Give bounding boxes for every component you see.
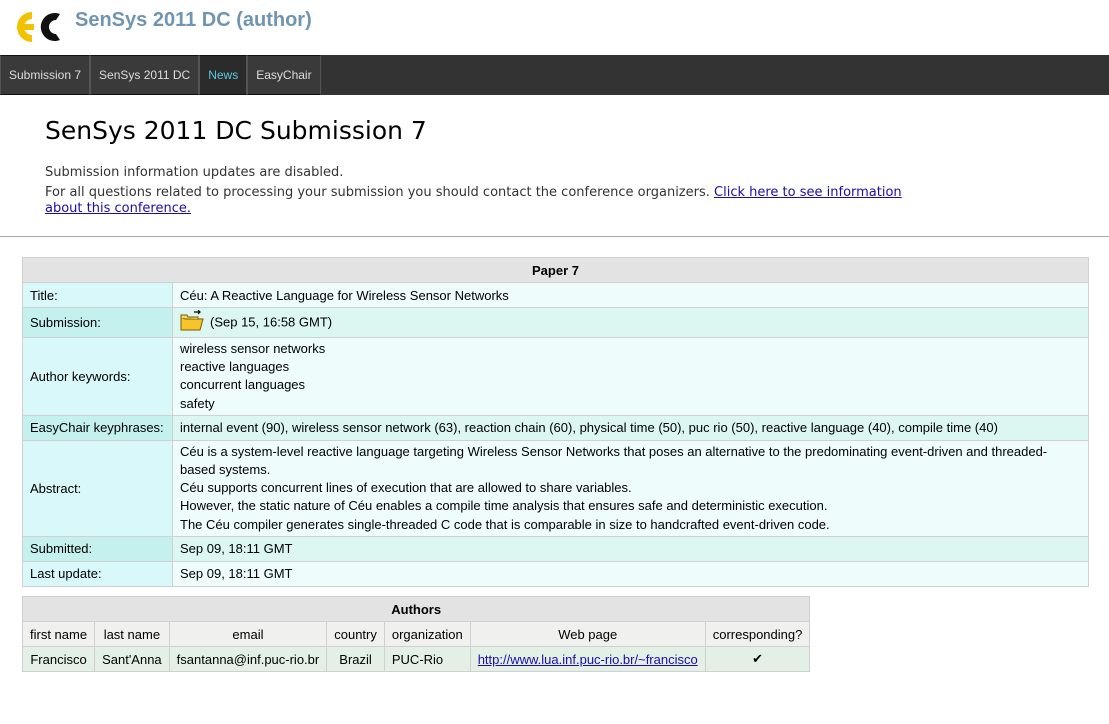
author-country: Brazil — [326, 646, 385, 672]
submitted-value: Sep 09, 18:11 GMT — [172, 535, 1089, 562]
author-organization: PUC-Rio — [383, 646, 471, 672]
last-update-label: Last update: — [22, 560, 173, 587]
contact-text: For all questions related to processing … — [45, 185, 715, 200]
author-webpage-cell: http://www.lua.inf.puc-rio.br/~francisco — [469, 646, 706, 672]
folder-icon[interactable] — [180, 309, 204, 332]
keywords-label: Author keywords: — [22, 337, 173, 416]
contact-notice: For all questions related to processing … — [45, 185, 915, 217]
abstract-line: The Céu compiler generates single-thread… — [180, 516, 830, 532]
easychair-logo[interactable] — [12, 8, 66, 46]
keywords-value: wireless sensor networks reactive langua… — [172, 337, 1089, 416]
abstract-value: Céu is a system-level reactive language … — [172, 439, 1089, 537]
keyword: concurrent languages — [180, 377, 306, 393]
corresponding-check-icon: ✔ — [704, 646, 811, 672]
menu-item-easychair[interactable]: EasyChair — [247, 55, 321, 95]
submitted-label: Submitted: — [22, 535, 173, 562]
updates-disabled-notice: Submission information updates are disab… — [45, 165, 344, 180]
abstract-line: However, the static nature of Céu enable… — [180, 498, 828, 514]
abstract-line: Céu is a system-level reactive language … — [180, 443, 1048, 478]
author-first-name: Francisco — [21, 646, 96, 672]
app-title[interactable]: SenSys 2011 DC (author) — [75, 9, 312, 32]
menubar: Submission 7 SenSys 2011 DC News EasyCha… — [0, 55, 1109, 95]
last-update-value: Sep 09, 18:11 GMT — [172, 560, 1089, 587]
header: SenSys 2011 DC (author) — [0, 0, 1109, 55]
column-header: Web page — [469, 621, 706, 647]
abstract-line: Céu supports concurrent lines of executi… — [180, 480, 632, 496]
column-header: last name — [94, 621, 170, 647]
column-header: corresponding? — [704, 621, 811, 647]
divider — [0, 236, 1109, 237]
paper-table: Paper 7 Title: Céu: A Reactive Language … — [22, 257, 1089, 587]
submission-label: Submission: — [22, 307, 173, 338]
table-row: Francisco Sant'Anna fsantanna@inf.puc-ri… — [21, 646, 811, 672]
column-header: first name — [21, 621, 96, 647]
submission-date: (Sep 15, 16:58 GMT) — [210, 313, 333, 329]
column-header: organization — [383, 621, 471, 647]
title-value: Céu: A Reactive Language for Wireless Se… — [172, 282, 1089, 308]
author-last-name: Sant'Anna — [94, 646, 170, 672]
title-label: Title: — [22, 282, 173, 308]
authors-caption: Authors — [21, 596, 811, 622]
authors-table: Authors first name last name email count… — [21, 596, 811, 672]
column-header: country — [326, 621, 385, 647]
keyphrases-label: EasyChair keyphrases: — [22, 414, 173, 441]
column-header: email — [168, 621, 328, 647]
submission-value: (Sep 15, 16:58 GMT) — [172, 307, 1089, 338]
keyphrases-value: internal event (90), wireless sensor net… — [172, 414, 1089, 441]
author-webpage-link[interactable]: http://www.lua.inf.puc-rio.br/~francisco — [478, 652, 698, 667]
abstract-label: Abstract: — [22, 439, 173, 537]
keyword: reactive languages — [180, 359, 290, 375]
keyword: safety — [180, 395, 215, 411]
keyword: wireless sensor networks — [180, 341, 326, 356]
paper-caption: Paper 7 — [22, 257, 1089, 283]
menu-item-conference[interactable]: SenSys 2011 DC — [90, 55, 200, 95]
author-email: fsantanna@inf.puc-rio.br — [168, 646, 328, 672]
menu-item-news[interactable]: News — [199, 55, 248, 95]
page-title: SenSys 2011 DC Submission 7 — [45, 116, 427, 145]
menu-item-submission[interactable]: Submission 7 — [0, 55, 91, 95]
